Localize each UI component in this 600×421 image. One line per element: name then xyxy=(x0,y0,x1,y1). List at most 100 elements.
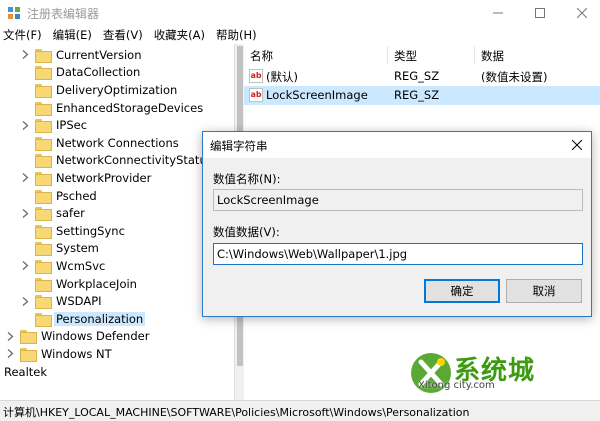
column-divider[interactable] xyxy=(474,46,475,64)
tree-item[interactable]: WSDAPI xyxy=(20,292,104,310)
tree-item[interactable]: System xyxy=(20,240,101,258)
tree-item-label: System xyxy=(56,241,99,256)
menu-edit[interactable]: 编辑(E) xyxy=(48,26,98,44)
value-type: REG_SZ xyxy=(394,88,440,102)
ok-button[interactable]: 确定 xyxy=(424,279,500,303)
folder-icon xyxy=(35,224,52,239)
column-type[interactable]: 类型 xyxy=(394,48,417,64)
status-bar: 计算机\HKEY_LOCAL_MACHINE\SOFTWARE\Policies… xyxy=(0,400,600,421)
tree-item-label: DataCollection xyxy=(56,65,141,80)
watermark-subtext: Xitong city.com xyxy=(418,380,495,391)
tree-item[interactable]: NetworkProvider xyxy=(20,169,153,187)
chevron-right-icon[interactable] xyxy=(20,261,30,271)
chevron-right-icon[interactable] xyxy=(20,208,30,218)
chevron-right-icon[interactable] xyxy=(20,50,30,60)
dialog-title: 编辑字符串 xyxy=(210,139,268,153)
folder-icon xyxy=(35,312,52,327)
tree-item-label: Personalization xyxy=(54,311,146,326)
tree-item-label: WSDAPI xyxy=(56,294,102,309)
column-data[interactable]: 数据 xyxy=(481,48,504,64)
folder-icon xyxy=(35,207,52,222)
menu-favorites[interactable]: 收藏夹(A) xyxy=(149,26,211,44)
menu-file[interactable]: 文件(F) xyxy=(0,26,48,44)
column-divider[interactable] xyxy=(387,46,388,64)
tree-item[interactable]: safer xyxy=(20,204,87,222)
tree-item[interactable]: IPSec xyxy=(20,116,89,134)
tree-item-label: IPSec xyxy=(56,118,88,133)
tree-item-label: Psched xyxy=(56,188,97,203)
minimize-icon xyxy=(493,12,503,14)
folder-icon xyxy=(35,242,52,257)
tree-item[interactable]: Network Connections xyxy=(20,134,181,152)
tree-item[interactable]: NetworkConnectivityStatusIn xyxy=(20,152,225,170)
tree-item-label: WcmSvc xyxy=(56,258,106,273)
tree-item-label: Network Connections xyxy=(56,135,179,150)
cancel-button[interactable]: 取消 xyxy=(506,279,582,303)
tree-item[interactable]: WorkplaceJoin xyxy=(20,275,139,293)
folder-icon xyxy=(20,330,37,345)
folder-icon xyxy=(35,171,52,186)
chevron-right-icon[interactable] xyxy=(20,296,30,306)
edit-string-dialog: 编辑字符串 数值名称(N): LockScreenImage 数值数据(V): … xyxy=(202,131,592,317)
folder-icon xyxy=(35,259,52,274)
menu-help[interactable]: 帮助(H) xyxy=(211,26,263,44)
value-name-field[interactable]: LockScreenImage xyxy=(213,189,583,211)
close-button[interactable] xyxy=(562,0,600,26)
list-row-selected[interactable]: ab LockScreenImage REG_SZ xyxy=(244,86,600,105)
chevron-right-icon[interactable] xyxy=(5,349,15,359)
folder-icon xyxy=(35,277,52,292)
tree-item[interactable]: Windows NT xyxy=(5,345,114,363)
tree-item-label: safer xyxy=(56,206,85,221)
tree-item[interactable]: DataCollection xyxy=(20,64,142,82)
minimize-button[interactable] xyxy=(478,0,518,26)
value-data-field[interactable]: C:\Windows\Web\Wallpaper\1.jpg xyxy=(213,243,583,265)
column-name[interactable]: 名称 xyxy=(250,48,273,64)
folder-icon xyxy=(35,66,52,81)
menu-bar: 文件(F) 编辑(E) 查看(V) 收藏夹(A) 帮助(H) xyxy=(0,26,600,44)
menu-view[interactable]: 查看(V) xyxy=(98,26,149,44)
folder-icon xyxy=(35,295,52,310)
tree-item[interactable]: Realtek xyxy=(2,363,49,381)
tree-item[interactable]: Windows Defender xyxy=(5,328,151,346)
tree-item-label: NetworkProvider xyxy=(56,170,152,185)
tree-item-label: WorkplaceJoin xyxy=(56,276,137,291)
watermark-logo: 系统城 Xitong city.com xyxy=(408,350,558,398)
value-name: (默认) xyxy=(266,70,298,84)
tree-item[interactable]: Personalization xyxy=(20,310,146,328)
registry-tree[interactable]: CurrentVersion DataCollection DeliveryOpti… xyxy=(0,44,234,400)
tree-item-label: Windows NT xyxy=(41,346,112,361)
tree-item[interactable]: WcmSvc xyxy=(20,257,107,275)
chevron-right-icon[interactable] xyxy=(5,331,15,341)
folder-icon xyxy=(35,189,52,204)
value-name-label: 数值名称(N): xyxy=(213,172,281,186)
dialog-title-bar: 编辑字符串 xyxy=(203,132,591,158)
tree-item[interactable]: Psched xyxy=(20,187,99,205)
tree-item[interactable]: EnhancedStorageDevices xyxy=(20,99,205,117)
value-type: REG_SZ xyxy=(394,69,440,83)
tree-item-label: EnhancedStorageDevices xyxy=(56,100,204,115)
chevron-right-icon[interactable] xyxy=(20,120,30,130)
dialog-close-button[interactable] xyxy=(567,135,587,155)
close-icon xyxy=(572,140,582,150)
registry-path: 计算机\HKEY_LOCAL_MACHINE\SOFTWARE\Policies… xyxy=(3,406,470,419)
folder-icon xyxy=(35,154,52,169)
tree-item[interactable]: CurrentVersion xyxy=(20,46,143,64)
value-data: (数值未设置) xyxy=(481,70,548,84)
folder-icon xyxy=(20,347,37,362)
tree-item[interactable]: SettingSync xyxy=(20,222,127,240)
tree-item-label: CurrentVersion xyxy=(56,47,142,62)
maximize-button[interactable] xyxy=(520,0,560,26)
tree-item-label: SettingSync xyxy=(56,223,125,238)
folder-icon xyxy=(35,83,52,98)
list-row[interactable]: ab (默认) REG_SZ (数值未设置) xyxy=(244,67,600,86)
chevron-right-icon[interactable] xyxy=(20,173,30,183)
tree-item[interactable]: DeliveryOptimization xyxy=(20,81,179,99)
